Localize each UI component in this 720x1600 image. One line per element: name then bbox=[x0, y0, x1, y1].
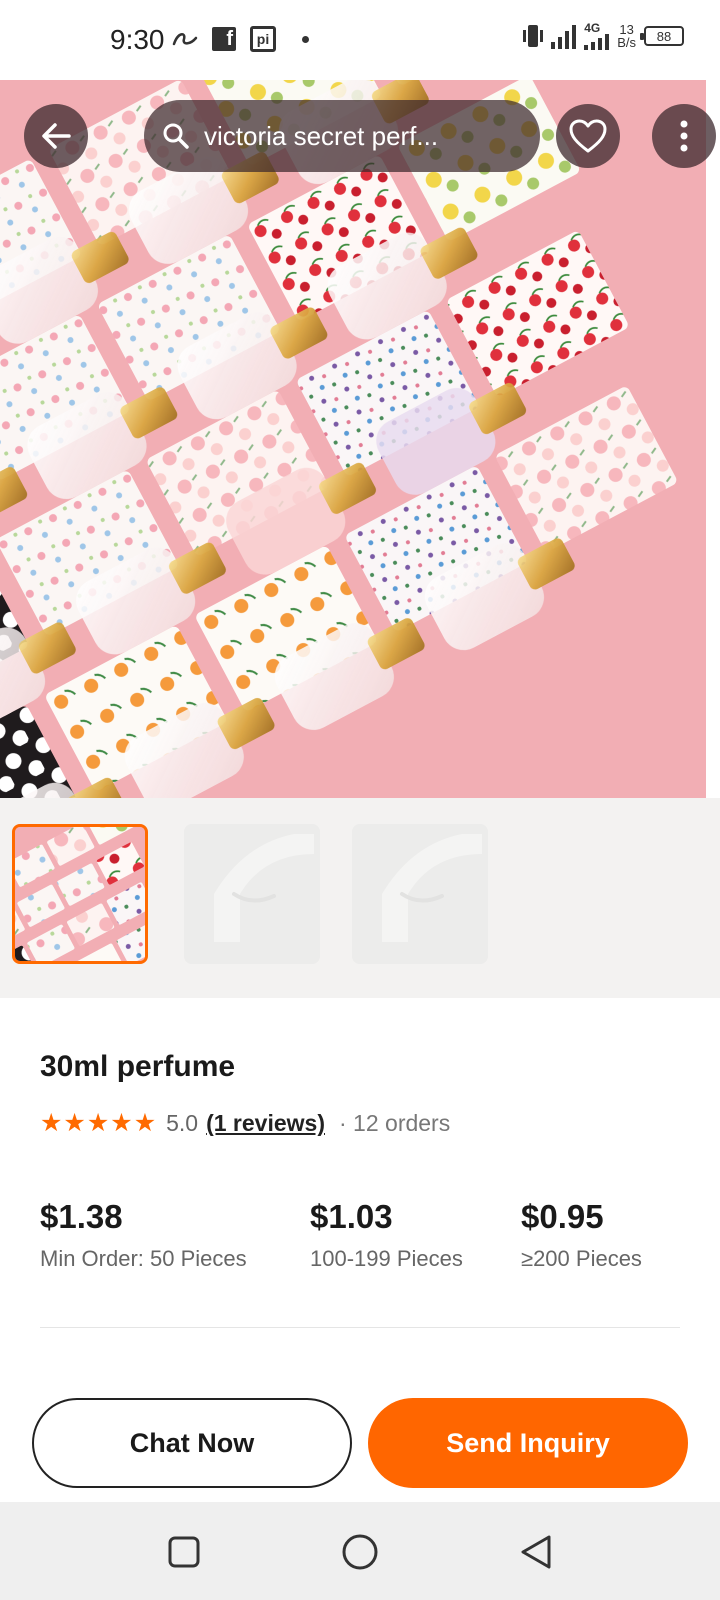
perfume-collection-illustration bbox=[0, 80, 706, 798]
pi-app-icon: pi bbox=[250, 26, 276, 52]
price-tier: $1.03 100-199 Pieces bbox=[310, 1198, 463, 1272]
star-icon: ★ bbox=[110, 1109, 133, 1137]
home-icon bbox=[342, 1534, 378, 1570]
network-speed: 13 B/s bbox=[617, 23, 636, 49]
alibaba-app-icon bbox=[172, 33, 198, 46]
recent-apps-button[interactable] bbox=[162, 1530, 206, 1574]
home-button[interactable] bbox=[338, 1530, 382, 1574]
star-rating: ★ ★ ★ ★ ★ bbox=[40, 1111, 156, 1136]
signal-2-icon bbox=[584, 34, 610, 50]
search-bar[interactable]: victoria secret perf... bbox=[144, 100, 540, 172]
thumbnail-1-selected[interactable] bbox=[12, 824, 148, 964]
facebook-icon: f bbox=[212, 27, 236, 51]
price-value: $1.38 bbox=[40, 1198, 123, 1235]
product-title: 30ml perfume bbox=[40, 1050, 236, 1083]
system-back-button[interactable] bbox=[514, 1530, 558, 1574]
more-vertical-icon bbox=[680, 120, 688, 152]
rating-row: ★ ★ ★ ★ ★ 5.0 (1 reviews) · 12 orders bbox=[40, 1110, 450, 1137]
more-notifications-dot-icon bbox=[302, 35, 309, 43]
status-system-icons: 4G 13 B/s 88 bbox=[523, 22, 684, 50]
back-button[interactable] bbox=[24, 104, 88, 168]
thumbnail-3-placeholder[interactable] bbox=[352, 824, 488, 964]
reviews-link[interactable]: (1 reviews) bbox=[206, 1110, 325, 1137]
star-icon: ★ bbox=[86, 1109, 110, 1137]
status-time: 9:30 bbox=[110, 24, 165, 55]
product-main-image[interactable] bbox=[0, 80, 706, 798]
network-type-label: 4G bbox=[584, 21, 601, 35]
more-options-button[interactable] bbox=[652, 104, 716, 168]
system-navigation-bar bbox=[0, 1502, 720, 1600]
send-inquiry-button[interactable]: Send Inquiry bbox=[368, 1398, 688, 1488]
image-placeholder-icon bbox=[184, 824, 320, 964]
search-icon bbox=[163, 123, 189, 149]
price-tier: $1.38 Min Order: 50 Pieces bbox=[40, 1198, 247, 1272]
star-icon: ★ bbox=[63, 1109, 86, 1137]
star-icon: ★ bbox=[133, 1109, 157, 1137]
orders-count: · 12 orders bbox=[339, 1110, 451, 1136]
price-quantity-range: Min Order: 50 Pieces bbox=[40, 1246, 247, 1271]
price-quantity-range: 100-199 Pieces bbox=[310, 1246, 463, 1271]
back-icon bbox=[521, 1535, 551, 1569]
image-placeholder-icon bbox=[352, 824, 488, 964]
thumbnail-2-placeholder[interactable] bbox=[184, 824, 320, 964]
signal-1-icon bbox=[551, 23, 577, 49]
signal-2-group: 4G bbox=[584, 21, 610, 50]
product-info-section: 30ml perfume ★ ★ ★ ★ ★ 5.0 (1 reviews) ·… bbox=[0, 998, 720, 1368]
perfume-thumbnail-image bbox=[15, 827, 145, 961]
action-bar: Chat Now Send Inquiry bbox=[0, 1368, 720, 1502]
thumbnail-strip bbox=[0, 798, 720, 998]
price-tier: $0.95 ≥200 Pieces bbox=[521, 1198, 642, 1272]
rating-value: 5.0 bbox=[166, 1110, 199, 1136]
price-value: $1.03 bbox=[310, 1198, 393, 1235]
recent-apps-icon bbox=[168, 1536, 200, 1568]
vibrate-icon bbox=[523, 25, 544, 47]
network-speed-unit: B/s bbox=[617, 35, 636, 50]
chat-now-button[interactable]: Chat Now bbox=[32, 1398, 352, 1488]
arrow-left-icon bbox=[42, 123, 71, 149]
battery-icon: 88 bbox=[640, 26, 684, 46]
status-bar: 9:30 f pi 4G 13 B/s 88 bbox=[0, 0, 720, 80]
favorite-button[interactable] bbox=[556, 104, 620, 168]
heart-icon bbox=[569, 119, 607, 153]
star-icon: ★ bbox=[40, 1109, 63, 1137]
status-notification-icons: f pi bbox=[172, 26, 309, 52]
price-quantity-range: ≥200 Pieces bbox=[521, 1246, 642, 1271]
search-query-text: victoria secret perf... bbox=[204, 120, 439, 151]
section-divider bbox=[40, 1327, 680, 1328]
price-value: $0.95 bbox=[521, 1198, 604, 1235]
